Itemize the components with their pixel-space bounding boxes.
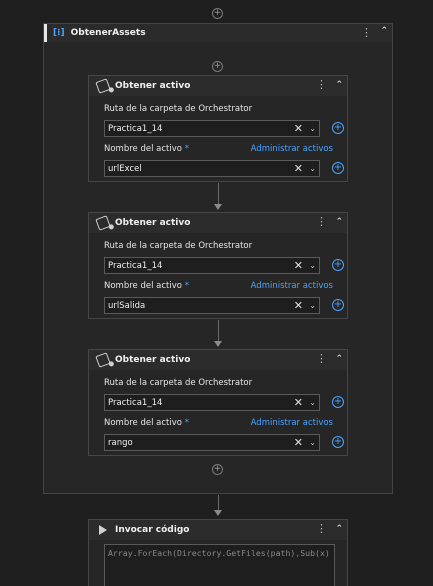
- connector-line: [218, 183, 219, 205]
- folder-path-field[interactable]: Practica1_14 ✕ ⌄: [104, 257, 320, 274]
- add-plus-icon[interactable]: +: [332, 299, 344, 311]
- folder-path-value: Practica1_14: [108, 124, 163, 134]
- activity-header[interactable]: Obtener activo ⋮ ⌃: [89, 76, 347, 96]
- play-icon: [99, 525, 107, 535]
- clear-x-icon[interactable]: ✕: [294, 259, 303, 272]
- folder-path-value: Practica1_14: [108, 398, 163, 408]
- asset-name-value: rango: [108, 438, 133, 448]
- asset-name-value: urlSalida: [108, 301, 146, 311]
- chevron-down-icon[interactable]: ⌄: [309, 260, 316, 272]
- activity-title: Obtener activo: [115, 355, 191, 365]
- code-text: Array.ForEach(Directory.GetFiles(path),S…: [108, 548, 334, 558]
- kebab-menu-icon[interactable]: ⋮: [316, 353, 327, 365]
- collapse-icon[interactable]: ⌃: [380, 26, 388, 36]
- folder-path-field[interactable]: Practica1_14 ✕ ⌄: [104, 120, 320, 137]
- connector-line: [218, 495, 219, 511]
- kebab-menu-icon[interactable]: ⋮: [361, 26, 372, 39]
- asset-icon: [95, 352, 111, 368]
- chevron-down-icon[interactable]: ⌄: [309, 300, 316, 312]
- asset-icon: [95, 78, 111, 94]
- arrow-down-icon: [214, 204, 222, 210]
- add-plus-icon[interactable]: +: [332, 396, 344, 408]
- activity-title: Obtener activo: [115, 218, 191, 228]
- activity-header[interactable]: Invocar código ⋮ ⌃: [89, 520, 347, 540]
- asset-name-field[interactable]: urlExcel ✕ ⌄: [104, 160, 320, 177]
- asset-name-label: Nombre del activo *: [104, 144, 189, 154]
- manage-assets-link[interactable]: Administrar activos: [251, 144, 333, 154]
- connector-line: [218, 320, 219, 342]
- sequence-header[interactable]: [⁝] ObtenerAssets ⋮ ⌃: [44, 24, 392, 42]
- kebab-menu-icon[interactable]: ⋮: [316, 79, 327, 91]
- sequence-icon: [⁝]: [53, 28, 65, 38]
- add-plus-icon[interactable]: +: [332, 436, 344, 448]
- manage-assets-link[interactable]: Administrar activos: [251, 281, 333, 291]
- folder-path-label: Ruta de la carpeta de Orchestrator: [104, 241, 253, 251]
- add-activity-icon[interactable]: +: [212, 464, 223, 475]
- asset-name-value: urlExcel: [108, 164, 142, 174]
- add-activity-icon[interactable]: +: [212, 61, 223, 72]
- activity-get-asset-2[interactable]: Obtener activo ⋮ ⌃ Ruta de la carpeta de…: [88, 212, 348, 319]
- asset-icon: [95, 215, 111, 231]
- code-editor[interactable]: Array.ForEach(Directory.GetFiles(path),S…: [104, 544, 335, 586]
- asset-name-label: Nombre del activo *: [104, 281, 189, 291]
- collapse-icon[interactable]: ⌃: [335, 523, 343, 535]
- activity-header[interactable]: Obtener activo ⋮ ⌃: [89, 213, 347, 233]
- kebab-menu-icon[interactable]: ⋮: [316, 216, 327, 228]
- asset-name-field[interactable]: rango ✕ ⌄: [104, 434, 320, 451]
- asset-name-label: Nombre del activo *: [104, 418, 189, 428]
- activity-get-asset-3[interactable]: Obtener activo ⋮ ⌃ Ruta de la carpeta de…: [88, 349, 348, 456]
- activity-header[interactable]: Obtener activo ⋮ ⌃: [89, 350, 347, 370]
- activity-title: Invocar código: [115, 525, 190, 535]
- clear-x-icon[interactable]: ✕: [294, 436, 303, 449]
- collapse-icon[interactable]: ⌃: [335, 353, 343, 365]
- chevron-down-icon[interactable]: ⌄: [309, 397, 316, 409]
- clear-x-icon[interactable]: ✕: [294, 162, 303, 175]
- activity-get-asset-1[interactable]: Obtener activo ⋮ ⌃ Ruta de la carpeta de…: [88, 75, 348, 182]
- add-plus-icon[interactable]: +: [332, 122, 344, 134]
- clear-x-icon[interactable]: ✕: [294, 396, 303, 409]
- arrow-down-icon: [214, 341, 222, 347]
- clear-x-icon[interactable]: ✕: [294, 299, 303, 312]
- asset-name-field[interactable]: urlSalida ✕ ⌄: [104, 297, 320, 314]
- collapse-icon[interactable]: ⌃: [335, 79, 343, 91]
- add-plus-icon[interactable]: +: [332, 162, 344, 174]
- add-plus-icon[interactable]: +: [332, 259, 344, 271]
- sequence-title: ObtenerAssets: [70, 28, 146, 38]
- activity-invoke-code[interactable]: Invocar código ⋮ ⌃ Array.ForEach(Directo…: [88, 519, 348, 586]
- collapse-icon[interactable]: ⌃: [335, 216, 343, 228]
- chevron-down-icon[interactable]: ⌄: [309, 437, 316, 449]
- manage-assets-link[interactable]: Administrar activos: [251, 418, 333, 428]
- folder-path-label: Ruta de la carpeta de Orchestrator: [104, 104, 253, 114]
- folder-path-label: Ruta de la carpeta de Orchestrator: [104, 378, 253, 388]
- chevron-down-icon[interactable]: ⌄: [309, 163, 316, 175]
- folder-path-value: Practica1_14: [108, 261, 163, 271]
- folder-path-field[interactable]: Practica1_14 ✕ ⌄: [104, 394, 320, 411]
- arrow-down-icon: [214, 510, 222, 516]
- activity-title: Obtener activo: [115, 81, 191, 91]
- chevron-down-icon[interactable]: ⌄: [309, 123, 316, 135]
- add-activity-top-icon[interactable]: +: [212, 8, 223, 19]
- clear-x-icon[interactable]: ✕: [294, 122, 303, 135]
- kebab-menu-icon[interactable]: ⋮: [316, 523, 327, 535]
